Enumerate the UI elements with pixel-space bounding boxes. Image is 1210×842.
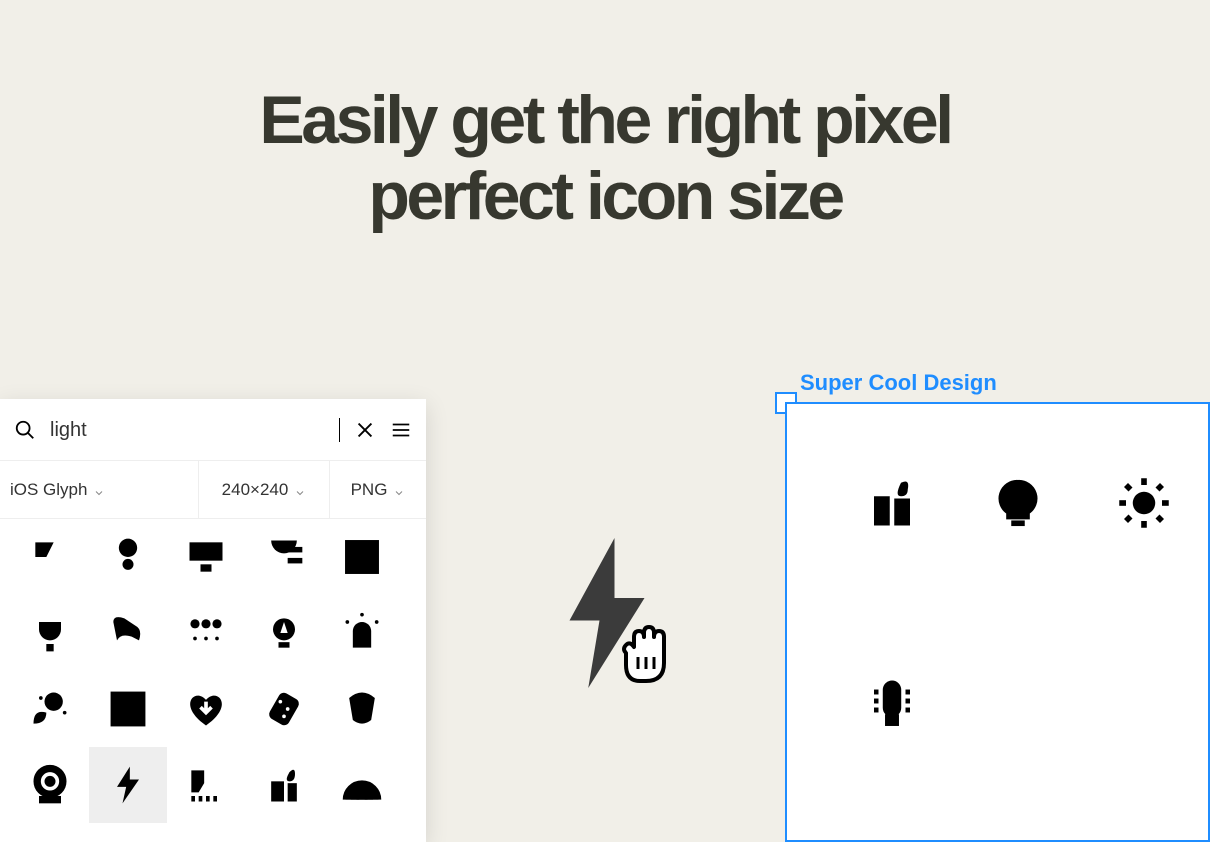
icon-reflector-bulb[interactable] — [323, 671, 401, 747]
icon-faucet-light[interactable] — [89, 595, 167, 671]
headline-line2: perfect icon size — [368, 158, 841, 234]
icon-flash[interactable] — [89, 747, 167, 823]
canvas-icons — [787, 404, 1208, 728]
icon-telescope[interactable] — [89, 823, 167, 842]
icon-rgb-bulb[interactable]: RGB — [323, 823, 401, 842]
size-filter[interactable]: 240×240 — [198, 461, 330, 518]
size-filter-label: 240×240 — [222, 480, 289, 500]
chevron-down-icon — [93, 484, 105, 496]
icon-string-lights[interactable] — [167, 595, 245, 671]
drag-preview — [562, 537, 672, 697]
icon-gear-house[interactable] — [245, 823, 323, 842]
icon-cloud-lightning[interactable] — [11, 823, 89, 842]
page-headline: Easily get the right pixel perfect icon … — [0, 82, 1210, 234]
headline-line1: Easily get the right pixel — [259, 82, 950, 158]
icon-ring-light[interactable] — [11, 747, 89, 823]
icon-pendant-light[interactable] — [89, 519, 167, 595]
led-bulb-icon[interactable] — [865, 674, 919, 728]
search-bar: light — [0, 399, 426, 461]
search-input[interactable]: light — [50, 418, 340, 442]
design-frame[interactable] — [785, 402, 1210, 842]
icon-cigarette[interactable] — [167, 823, 245, 842]
icon-spotlight[interactable] — [245, 519, 323, 595]
chevron-down-icon — [393, 484, 405, 496]
icon-rainbow[interactable] — [323, 747, 401, 823]
icon-upload-light[interactable] — [323, 519, 401, 595]
icon-heart-download[interactable] — [167, 671, 245, 747]
menu-icon[interactable] — [390, 419, 412, 441]
frame-label[interactable]: Super Cool Design — [800, 370, 997, 396]
flash-icon — [562, 537, 652, 689]
bulb-outline-icon[interactable] — [991, 476, 1045, 530]
chevron-down-icon — [294, 484, 306, 496]
icon-plug[interactable] — [11, 595, 89, 671]
icon-siren[interactable] — [323, 595, 401, 671]
icon-window[interactable] — [89, 671, 167, 747]
search-icon — [14, 419, 36, 441]
icon-grid: RGB — [0, 519, 412, 842]
icon-desk-lamp[interactable] — [11, 519, 89, 595]
format-filter[interactable]: PNG — [330, 461, 426, 518]
sun-icon[interactable] — [1117, 476, 1171, 530]
icon-candle-lighter[interactable] — [245, 747, 323, 823]
icon-monitor-light[interactable] — [167, 519, 245, 595]
style-filter[interactable]: iOS Glyph — [0, 461, 198, 518]
icon-barcode-light[interactable] — [167, 747, 245, 823]
icon-lightbulb-idea[interactable] — [245, 595, 323, 671]
clear-search-button[interactable] — [354, 419, 376, 441]
style-filter-label: iOS Glyph — [10, 480, 87, 500]
icon-grid-scroll[interactable]: RGB — [0, 519, 426, 842]
icon-remote[interactable] — [245, 671, 323, 747]
grab-cursor-icon — [612, 619, 676, 689]
icon-plugin-panel: light iOS Glyph 240×240 PNG — [0, 399, 426, 842]
filter-bar: iOS Glyph 240×240 PNG — [0, 461, 426, 519]
icon-eco-bulb[interactable] — [11, 671, 89, 747]
candle-lighter-icon[interactable] — [865, 476, 919, 530]
format-filter-label: PNG — [351, 480, 388, 500]
